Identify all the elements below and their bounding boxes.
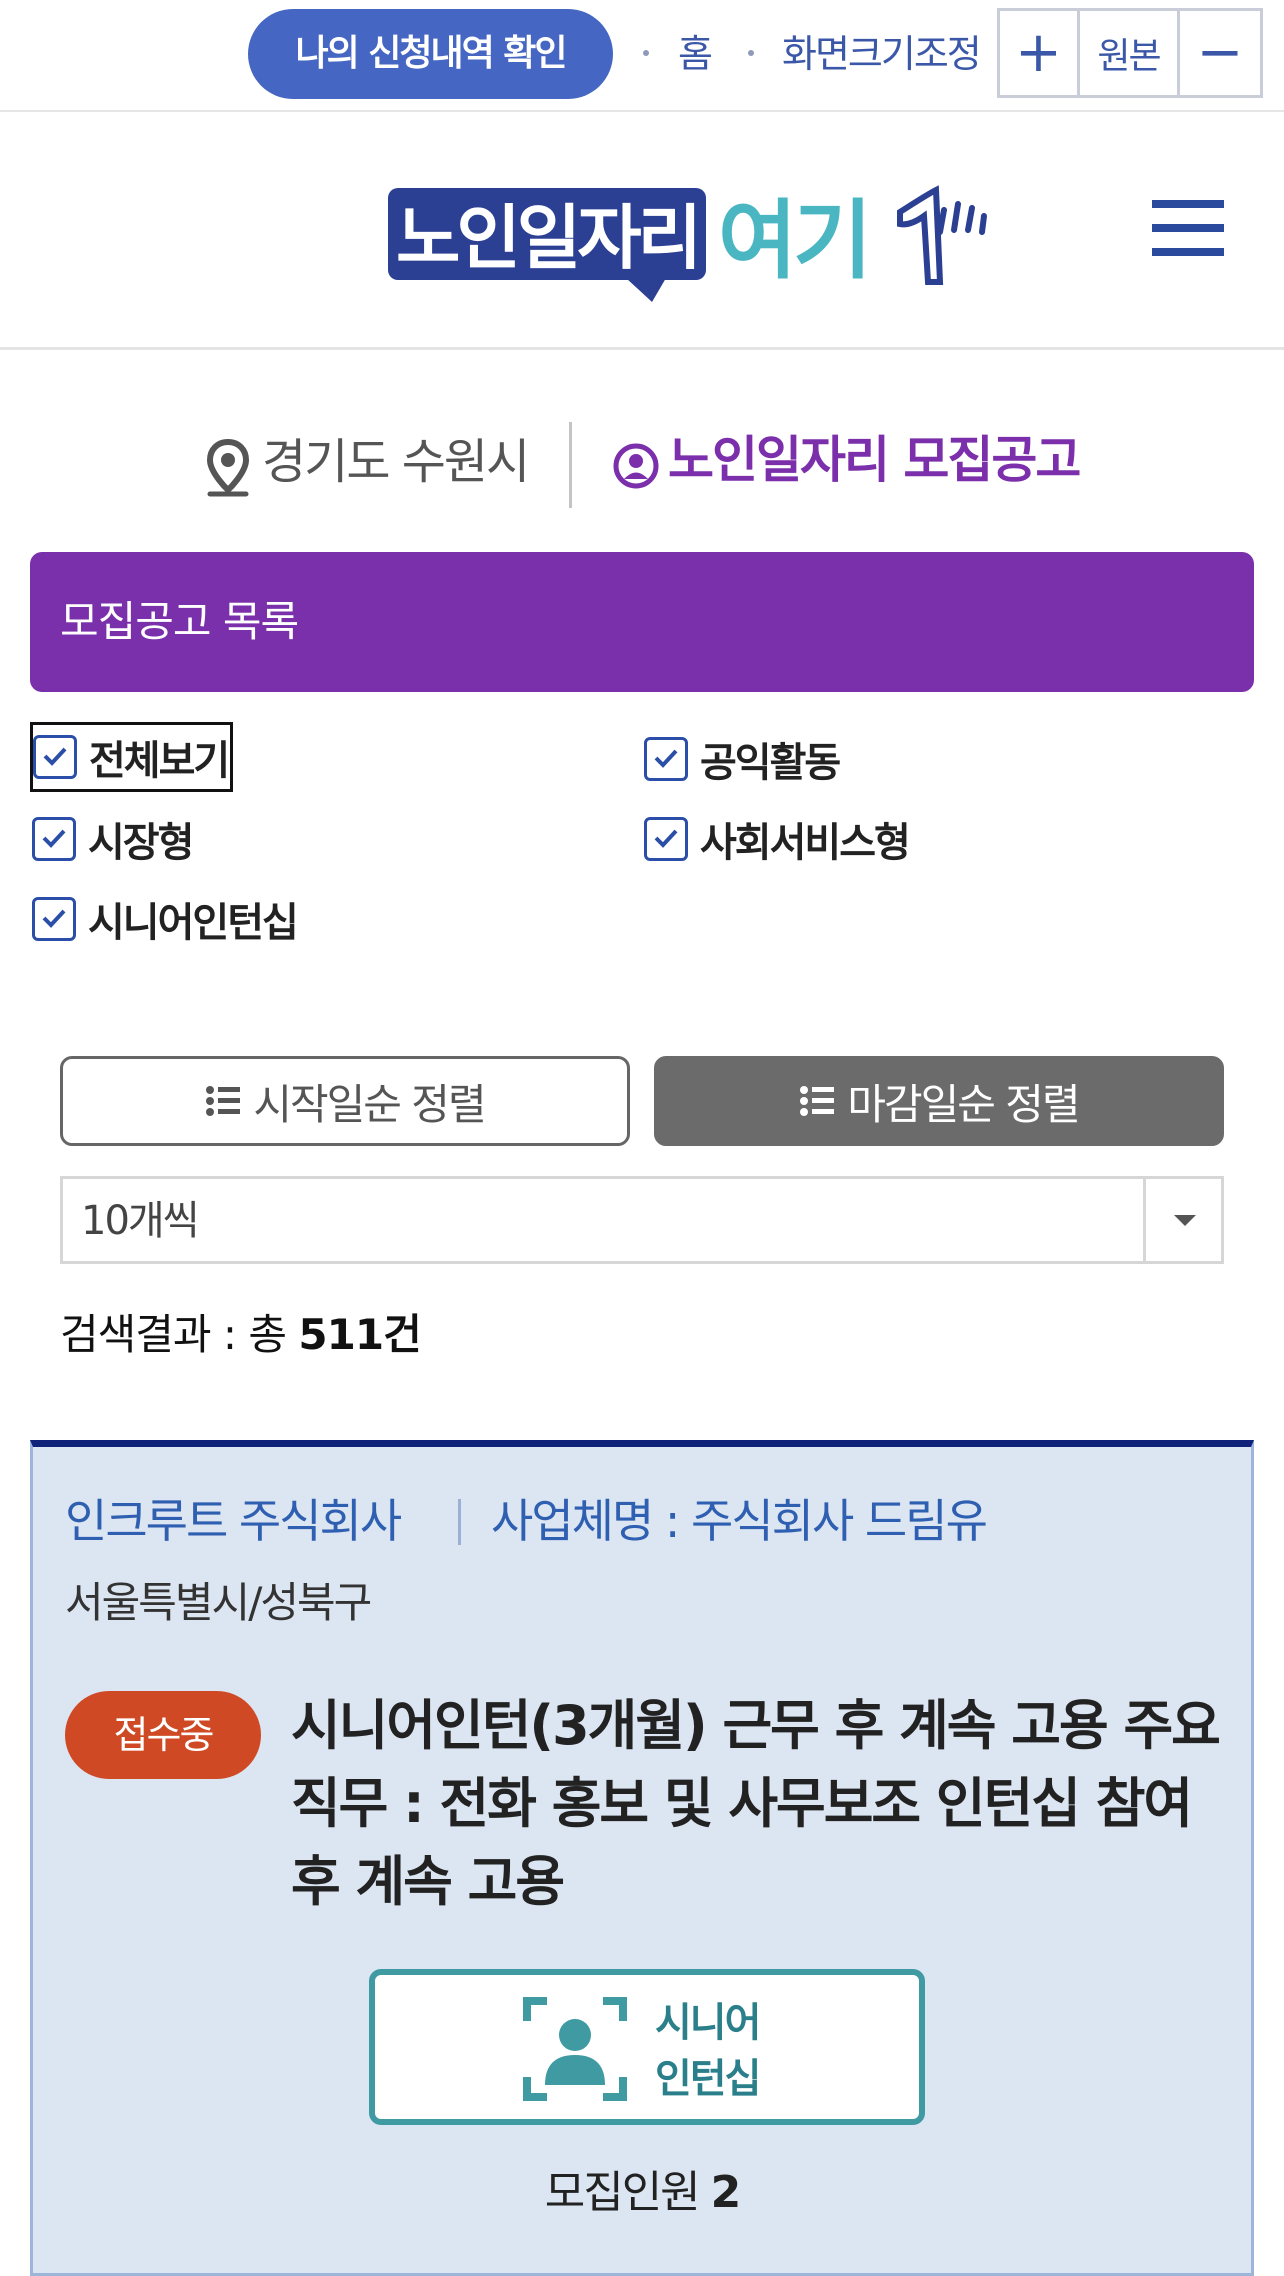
page-title: 노인일자리 모집공고 [668, 431, 1081, 489]
senior-internship-icon [523, 1997, 627, 2101]
checkbox-checked-icon [32, 897, 76, 941]
my-application-button[interactable]: 나의 신청내역 확인 [248, 9, 613, 99]
list-icon [800, 1086, 835, 1116]
list-section-title: 모집공고 목록 [30, 552, 1254, 692]
filter-all[interactable]: 전체보기 [30, 722, 234, 792]
items-per-page-value: 10개씩 [81, 1198, 199, 1244]
job-type-label: 시니어 인턴십 [655, 1995, 855, 2107]
result-count: 511건 [298, 1310, 421, 1359]
status-badge: 접수중 [65, 1691, 261, 1779]
page-context-row: 경기도 수원시 노인일자리 모집공고 [0, 410, 1284, 510]
site-header: 노인일자리 여기 [0, 112, 1284, 350]
job-card[interactable]: 인크루트 주식회사 사업체명 : 주식회사 드림유 서울특별시/성북구 접수중 … [30, 1440, 1254, 2276]
card-company: 인크루트 주식회사 [65, 1494, 402, 1548]
checkbox-checked-icon [644, 737, 688, 781]
site-logo[interactable]: 노인일자리 여기 [388, 182, 988, 302]
person-icon [613, 443, 659, 489]
recruit-number: 2 [710, 2167, 742, 2218]
logo-main-text: 노인일자리 [396, 197, 698, 279]
menu-icon[interactable] [1152, 200, 1224, 256]
checkbox-checked-icon [33, 735, 77, 779]
divider [569, 422, 572, 508]
filter-label: 전체보기 [89, 738, 230, 784]
sort-by-deadline-button[interactable]: 마감일순 정렬 [654, 1056, 1224, 1146]
filter-market-type[interactable]: 시장형 [32, 804, 194, 874]
card-business-name: 사업체명 : 주식회사 드림유 [491, 1494, 988, 1548]
utility-bar: 나의 신청내역 확인 홈 화면크기조정 + 원본 − [0, 0, 1284, 112]
zoom-out-button[interactable]: − [1180, 11, 1260, 95]
chevron-down-icon[interactable] [1143, 1179, 1221, 1261]
location-pin-icon [206, 438, 250, 497]
items-per-page-select[interactable]: 10개씩 [60, 1176, 1224, 1264]
separator-dot [643, 50, 649, 56]
filter-label: 사회서비스형 [700, 820, 911, 866]
job-type-line2: 인턴십 [655, 2056, 761, 2102]
filter-label: 공익활동 [700, 740, 841, 786]
separator-dot [748, 50, 754, 56]
zoom-controls: + 원본 − [997, 8, 1263, 98]
filter-label: 시장형 [88, 820, 194, 866]
result-prefix: 검색결과 : 총 [60, 1310, 299, 1359]
sort-by-deadline-label: 마감일순 정렬 [847, 1079, 1080, 1129]
card-region: 서울특별시/성북구 [65, 1578, 372, 1627]
zoom-label: 화면크기조정 [782, 32, 982, 76]
checkbox-checked-icon [644, 817, 688, 861]
recruit-label: 모집인원 [544, 2167, 711, 2218]
current-location[interactable]: 경기도 수원시 [262, 430, 530, 494]
filter-senior-internship[interactable]: 시니어인턴십 [32, 884, 299, 954]
card-title[interactable]: 시니어인턴(3개월) 근무 후 계속 고용 주요직무 : 전화 홍보 및 사무보… [291, 1687, 1221, 1921]
filter-social-service[interactable]: 사회서비스형 [644, 804, 911, 874]
sort-by-start-button[interactable]: 시작일순 정렬 [60, 1056, 630, 1146]
recruit-count: 모집인원 2 [33, 2161, 1251, 2225]
home-link[interactable]: 홈 [678, 26, 713, 82]
search-result-count: 검색결과 : 총 511건 [60, 1300, 422, 1370]
zoom-reset-button[interactable]: 원본 [1080, 11, 1180, 95]
job-type-box: 시니어 인턴십 [369, 1969, 925, 2125]
list-icon [206, 1086, 241, 1116]
checkbox-checked-icon [32, 817, 76, 861]
zoom-in-button[interactable]: + [1000, 11, 1080, 95]
sort-by-start-label: 시작일순 정렬 [253, 1079, 486, 1129]
job-type-line1: 시니어 [655, 2000, 761, 2046]
logo-accent-text: 여기 [718, 191, 868, 291]
filter-public-activity[interactable]: 공익활동 [644, 724, 841, 794]
filter-label: 시니어인턴십 [88, 900, 299, 946]
divider [458, 1499, 461, 1545]
